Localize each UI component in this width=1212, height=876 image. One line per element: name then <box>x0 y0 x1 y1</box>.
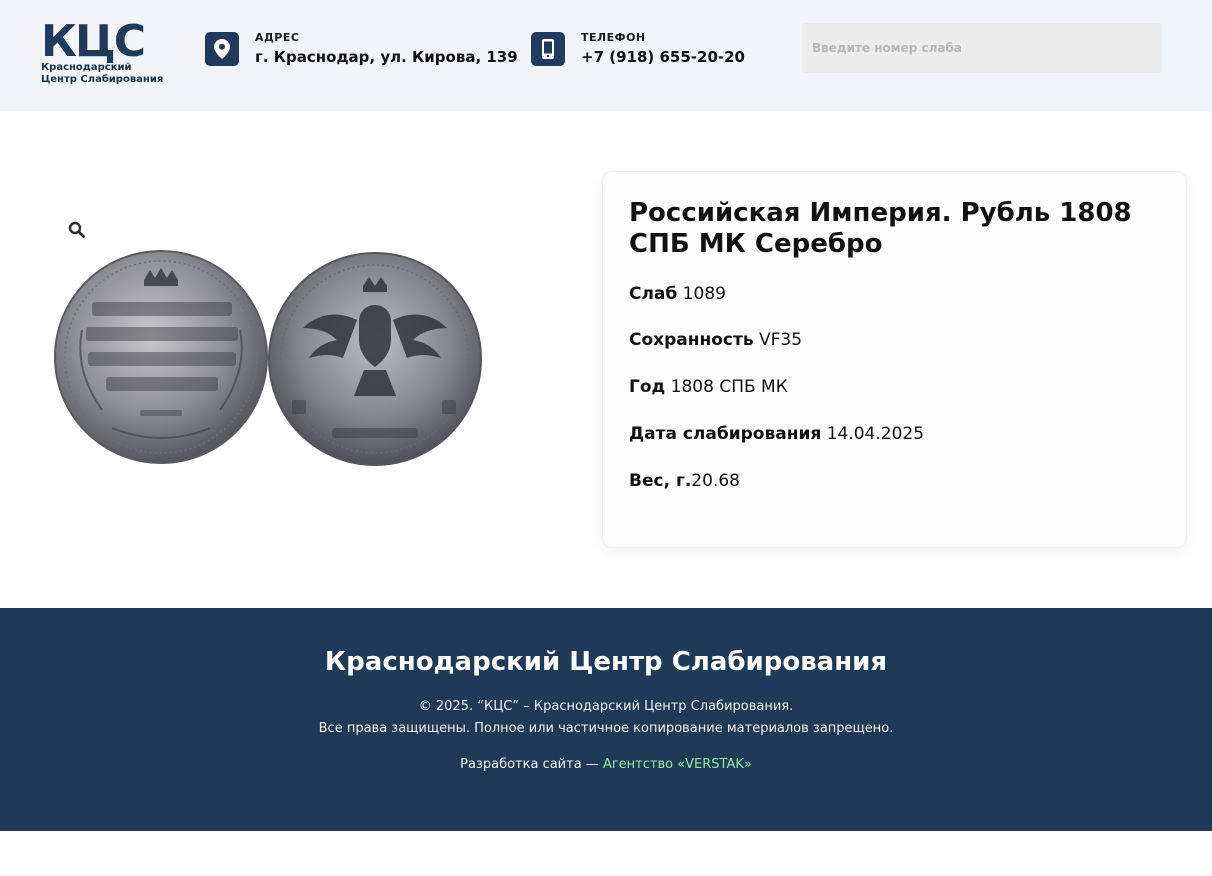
detail-label: Вес, г. <box>629 471 692 491</box>
phone-label: ТЕЛЕФОН <box>581 31 646 44</box>
footer-title: Краснодарский Центр Слабирования <box>324 647 888 677</box>
magnifier-icon[interactable] <box>68 221 86 239</box>
detail-value: 1089 <box>677 284 726 304</box>
agency-link[interactable]: Агентство «VERSTAK» <box>603 757 752 772</box>
site-footer: Краснодарский Центр Слабирования © 2025.… <box>0 608 1212 831</box>
footer-rights: Все права защищены. Полное или частичное… <box>318 721 894 736</box>
smartphone-icon <box>531 32 565 66</box>
detail-year: Год 1808 СПБ МК <box>629 376 788 398</box>
detail-slab: Слаб 1089 <box>629 283 726 305</box>
slab-search-input[interactable] <box>802 23 1162 73</box>
logo-subtitle-line2: Центр Слабирования <box>41 74 164 85</box>
footer-dev-credit: Разработка сайта — Агентство «VERSTAK» <box>0 756 1212 774</box>
detail-value: 14.04.2025 <box>821 424 925 444</box>
detail-label: Сохранность <box>629 330 754 350</box>
detail-label: Дата слабирования <box>629 424 822 444</box>
footer-copyright: © 2025. “КЦС” – Краснодарский Центр Слаб… <box>418 699 794 714</box>
detail-label: Слаб <box>629 284 678 304</box>
phone-block: ТЕЛЕФОН +7 (918) 655-20-20 <box>531 31 745 67</box>
logo-mark: КЦС <box>41 16 146 67</box>
detail-value: 20.68 <box>691 471 740 491</box>
map-pin-icon <box>205 32 239 66</box>
detail-grade: Сохранность VF35 <box>629 329 802 351</box>
site-header: КЦС Краснодарский Центр Слабирования АДР… <box>0 0 1212 111</box>
detail-value: VF35 <box>753 330 803 350</box>
detail-weight: Вес, г.20.68 <box>629 470 740 492</box>
detail-label: Год <box>629 377 666 397</box>
logo-subtitle-line1: Краснодарский <box>41 62 132 73</box>
phone-value[interactable]: +7 (918) 655-20-20 <box>581 47 745 67</box>
address-label: АДРЕС <box>255 31 300 44</box>
footer-dev-prefix: Разработка сайта — <box>460 757 603 772</box>
logo[interactable]: КЦС Краснодарский Центр Слабирования <box>41 20 163 86</box>
coin-image[interactable] <box>52 250 486 470</box>
detail-slab-date: Дата слабирования 14.04.2025 <box>629 423 924 445</box>
address-block: АДРЕС г. Краснодар, ул. Кирова, 139 <box>205 31 518 67</box>
address-value: г. Краснодар, ул. Кирова, 139 <box>255 48 518 66</box>
detail-value: 1808 СПБ МК <box>665 377 788 397</box>
product-title: Российская Империя. Рубль 1808 СПБ МК Се… <box>629 198 1132 259</box>
product-card: Российская Империя. Рубль 1808 СПБ МК Се… <box>602 171 1187 548</box>
